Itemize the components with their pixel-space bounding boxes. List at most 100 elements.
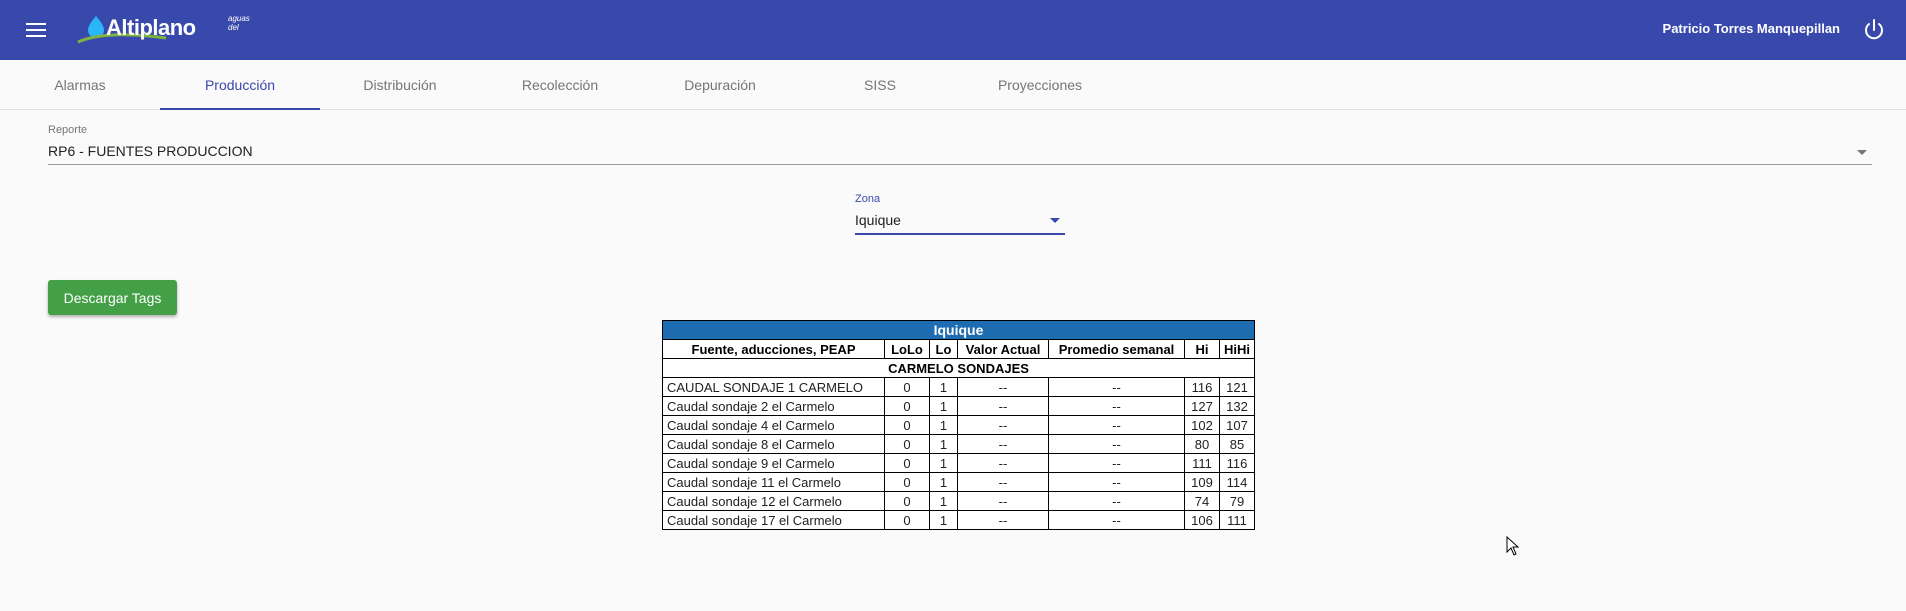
zona-underline	[855, 233, 1065, 235]
row-cell: 1	[929, 377, 958, 397]
row-cell: 0	[884, 453, 930, 473]
row-cell: --	[957, 434, 1049, 454]
row-cell: 74	[1184, 491, 1220, 511]
tab-distribucion[interactable]: Distribución	[320, 60, 480, 110]
row-cell: 102	[1184, 415, 1220, 435]
column-header: HiHi	[1219, 339, 1255, 359]
column-header: Hi	[1184, 339, 1220, 359]
row-cell: 0	[884, 377, 930, 397]
row-cell: 127	[1184, 396, 1220, 416]
row-cell: 132	[1219, 396, 1255, 416]
tab-recoleccion[interactable]: Recolección	[480, 60, 640, 110]
row-cell: 111	[1219, 510, 1255, 530]
column-header: Fuente, aducciones, PEAP	[662, 339, 885, 359]
logo-small-text: aguas del	[228, 14, 250, 32]
row-cell: 1	[929, 472, 958, 492]
row-cell: --	[957, 396, 1049, 416]
tab-siss[interactable]: SISS	[800, 60, 960, 110]
user-name: Patricio Torres Manquepillan	[1662, 21, 1840, 36]
row-source-name: Caudal sondaje 9 el Carmelo	[662, 453, 885, 473]
table-title-row: Iquique	[662, 320, 1255, 340]
row-cell: --	[1048, 434, 1185, 454]
tab-depuracion[interactable]: Depuración	[640, 60, 800, 110]
row-source-name: Caudal sondaje 12 el Carmelo	[662, 491, 885, 511]
row-cell: 109	[1184, 472, 1220, 492]
table-row: CAUDAL SONDAJE 1 CARMELO 0 1 -- -- 116 121	[662, 377, 1255, 397]
row-cell: 79	[1219, 491, 1255, 511]
row-cell: 1	[929, 434, 958, 454]
table-body: CAUDAL SONDAJE 1 CARMELO 0 1 -- -- 116 121 Caud…	[662, 377, 1255, 530]
reporte-label: Reporte	[48, 124, 88, 136]
row-cell: --	[1048, 377, 1185, 397]
table-title: Iquique	[662, 320, 1255, 340]
row-cell: 114	[1219, 472, 1255, 492]
row-cell: --	[957, 377, 1049, 397]
row-cell: 106	[1184, 510, 1220, 530]
production-table: Iquique Fuente, aducciones, PEAP LoLo Lo…	[662, 320, 1255, 530]
chevron-down-icon[interactable]	[1857, 150, 1867, 155]
table-row: Caudal sondaje 17 el Carmelo 0 1 -- -- 106 111	[662, 510, 1255, 530]
mouse-cursor-icon	[1506, 536, 1520, 556]
row-cell: --	[1048, 396, 1185, 416]
top-app-bar: Altiplano aguas del Patricio Torres Manq…	[0, 0, 1906, 60]
row-source-name: Caudal sondaje 11 el Carmelo	[662, 472, 885, 492]
row-cell: 116	[1219, 453, 1255, 473]
row-cell: 0	[884, 491, 930, 511]
row-source-name: CAUDAL SONDAJE 1 CARMELO	[662, 377, 885, 397]
table-row: Caudal sondaje 11 el Carmelo 0 1 -- -- 109 114	[662, 472, 1255, 492]
app-logo[interactable]: Altiplano aguas del	[76, 12, 250, 46]
row-cell: 80	[1184, 434, 1220, 454]
tab-produccion[interactable]: Producción	[160, 60, 320, 110]
table-row: Caudal sondaje 9 el Carmelo 0 1 -- -- 111 116	[662, 453, 1255, 473]
row-cell: --	[1048, 453, 1185, 473]
reporte-underline	[48, 164, 1872, 165]
row-source-name: Caudal sondaje 4 el Carmelo	[662, 415, 885, 435]
section-title: CARMELO SONDAJES	[662, 358, 1255, 378]
tab-alarmas[interactable]: Alarmas	[0, 60, 160, 110]
column-header: Promedio semanal	[1048, 339, 1185, 359]
row-cell: 1	[929, 396, 958, 416]
table-row: Caudal sondaje 2 el Carmelo 0 1 -- -- 127 132	[662, 396, 1255, 416]
row-cell: 1	[929, 415, 958, 435]
row-source-name: Caudal sondaje 17 el Carmelo	[662, 510, 885, 530]
row-cell: --	[1048, 491, 1185, 511]
row-cell: --	[957, 453, 1049, 473]
power-icon[interactable]	[1860, 16, 1888, 44]
row-cell: --	[1048, 415, 1185, 435]
logo-text: Altiplano	[106, 15, 196, 40]
zona-label: Zona	[855, 193, 881, 205]
row-cell: 116	[1184, 377, 1220, 397]
row-cell: 1	[929, 453, 958, 473]
column-header: Valor Actual	[957, 339, 1049, 359]
row-cell: 0	[884, 510, 930, 530]
column-header: Lo	[929, 339, 958, 359]
module-tabs: Alarmas Producción Distribución Recolecc…	[0, 60, 1906, 110]
row-cell: 1	[929, 491, 958, 511]
row-cell: 85	[1219, 434, 1255, 454]
menu-icon[interactable]	[20, 16, 52, 44]
row-cell: 107	[1219, 415, 1255, 435]
table-row: Caudal sondaje 8 el Carmelo 0 1 -- -- 80 85	[662, 434, 1255, 454]
table-row: Caudal sondaje 12 el Carmelo 0 1 -- -- 74 79	[662, 491, 1255, 511]
row-cell: --	[957, 510, 1049, 530]
row-cell: --	[957, 491, 1049, 511]
row-cell: --	[957, 415, 1049, 435]
row-cell: --	[1048, 472, 1185, 492]
table-section-row: CARMELO SONDAJES	[662, 358, 1255, 378]
row-cell: 0	[884, 472, 930, 492]
zona-value[interactable]: Iquique	[855, 212, 901, 228]
column-header: LoLo	[884, 339, 930, 359]
row-cell: --	[1048, 510, 1185, 530]
download-tags-button[interactable]: Descargar Tags	[48, 280, 177, 315]
tab-proyecciones[interactable]: Proyecciones	[960, 60, 1120, 110]
row-source-name: Caudal sondaje 8 el Carmelo	[662, 434, 885, 454]
row-cell: 0	[884, 434, 930, 454]
row-cell: --	[957, 472, 1049, 492]
row-cell: 111	[1184, 453, 1220, 473]
chevron-down-icon[interactable]	[1050, 218, 1060, 223]
row-cell: 0	[884, 415, 930, 435]
row-cell: 1	[929, 510, 958, 530]
row-cell: 0	[884, 396, 930, 416]
reporte-value[interactable]: RP6 - FUENTES PRODUCCION	[48, 143, 253, 159]
table-row: Caudal sondaje 4 el Carmelo 0 1 -- -- 102 107	[662, 415, 1255, 435]
